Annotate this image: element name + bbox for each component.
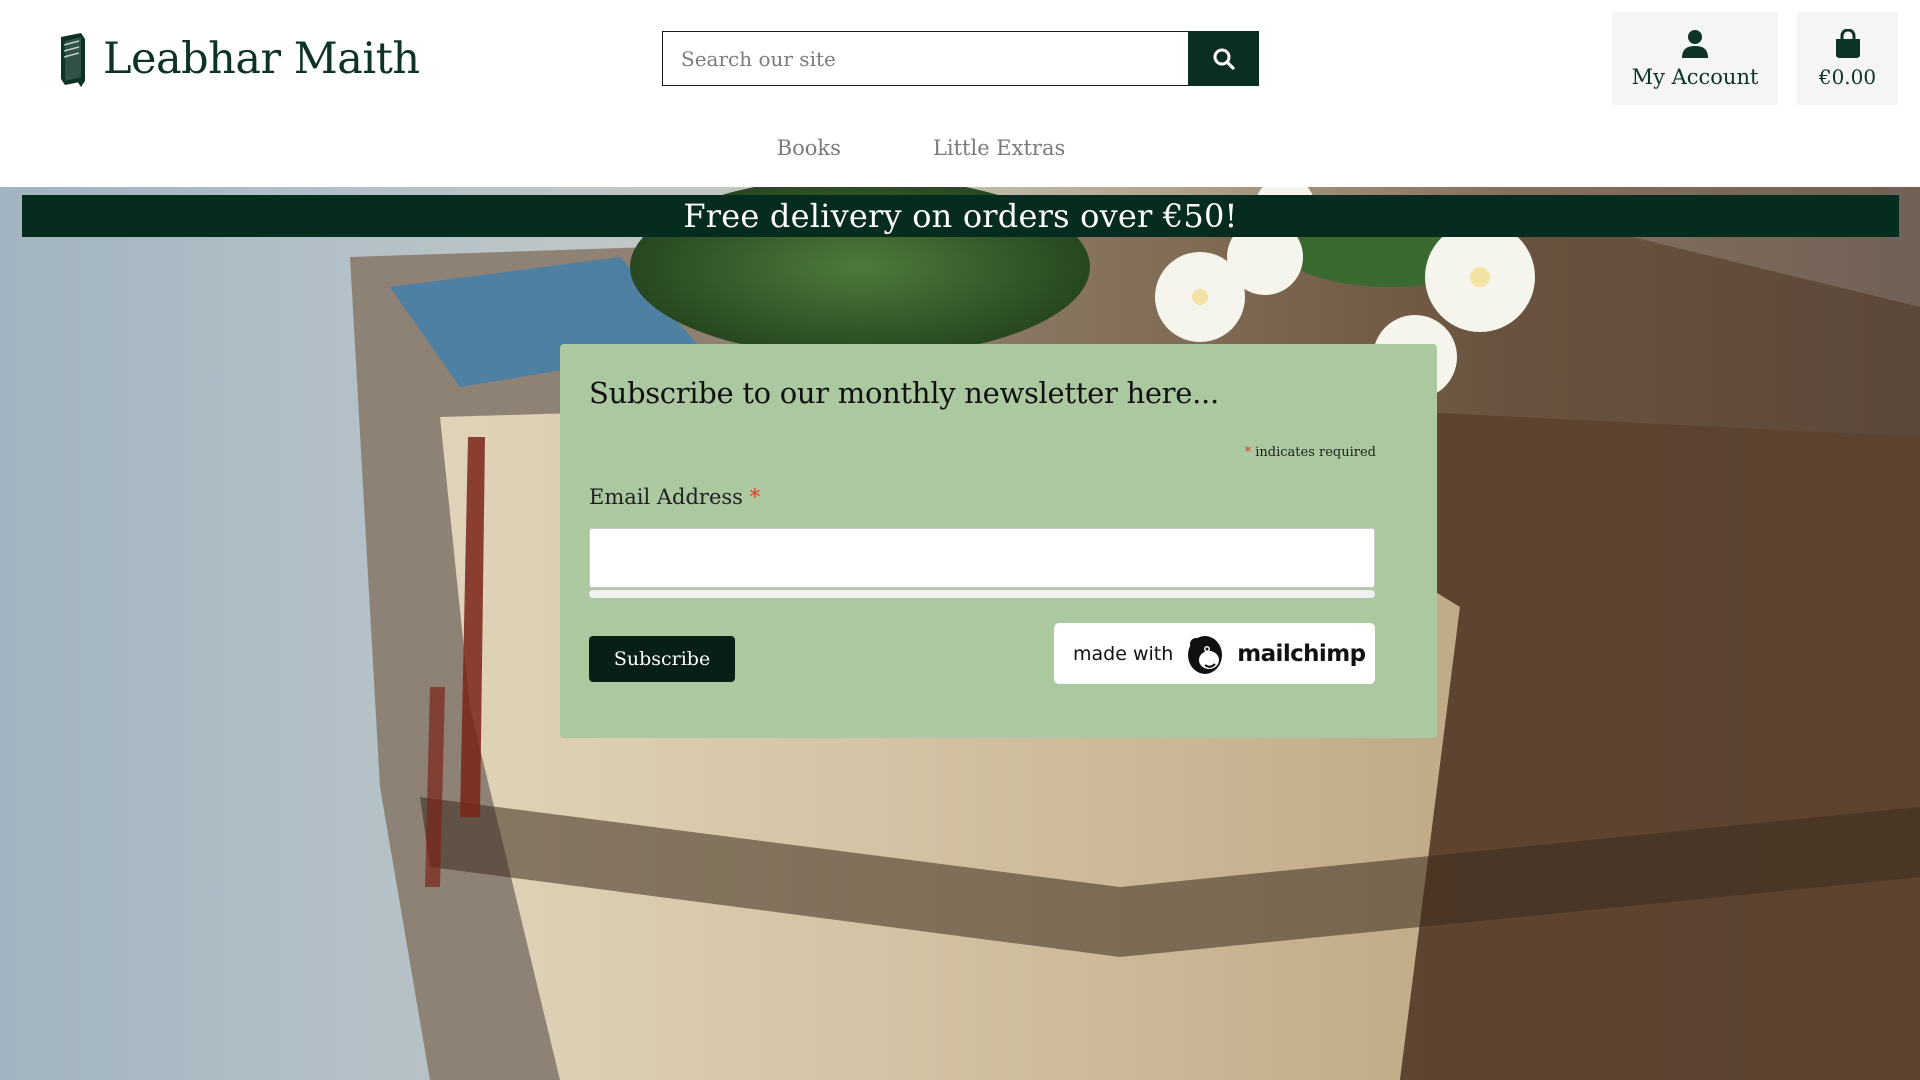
main-nav: Books Little Extras [0, 128, 1920, 168]
search-input[interactable] [662, 31, 1188, 86]
email-label-text: Email Address [589, 485, 743, 509]
subscribe-button[interactable]: Subscribe [589, 636, 735, 682]
cart-total: €0.00 [1818, 64, 1877, 89]
required-note-text: indicates required [1251, 445, 1376, 460]
search-button[interactable] [1188, 31, 1259, 86]
brand-logo[interactable]: Leabhar Maith [55, 28, 420, 90]
brand-name: Leabhar Maith [103, 34, 420, 84]
cart-button[interactable]: €0.00 [1797, 12, 1898, 105]
search-bar [662, 31, 1259, 86]
newsletter-signup-form: Subscribe to our monthly newsletter here… [560, 344, 1437, 738]
email-label: Email Address * [589, 485, 760, 509]
my-account-button[interactable]: My Account [1612, 12, 1778, 105]
mailchimp-monkey-icon [1188, 635, 1223, 674]
magnifier-icon [1213, 48, 1235, 70]
user-icon [1682, 29, 1708, 58]
required-note: * indicates required [1245, 445, 1376, 460]
nav-item-little-extras[interactable]: Little Extras [887, 128, 1111, 168]
badge-made-with: made with [1073, 642, 1174, 665]
promo-banner: Free delivery on orders over €50! [22, 195, 1899, 237]
site-header: Leabhar Maith My Account €0.00 [0, 0, 1920, 187]
email-field[interactable] [589, 528, 1375, 588]
badge-brand: mailchimp [1237, 640, 1366, 667]
nav-item-books[interactable]: Books [731, 128, 887, 168]
book-icon [61, 33, 85, 87]
shopping-bag-icon [1835, 28, 1860, 58]
email-required-star: * [749, 485, 761, 509]
email-field-underline [589, 590, 1375, 598]
page: Leabhar Maith My Account €0.00 [0, 0, 1920, 1080]
newsletter-title: Subscribe to our monthly newsletter here… [589, 376, 1219, 410]
promo-text: Free delivery on orders over €50! [683, 197, 1238, 235]
my-account-label: My Account [1631, 64, 1759, 89]
mailchimp-badge[interactable]: made with mailchimp [1054, 623, 1375, 684]
